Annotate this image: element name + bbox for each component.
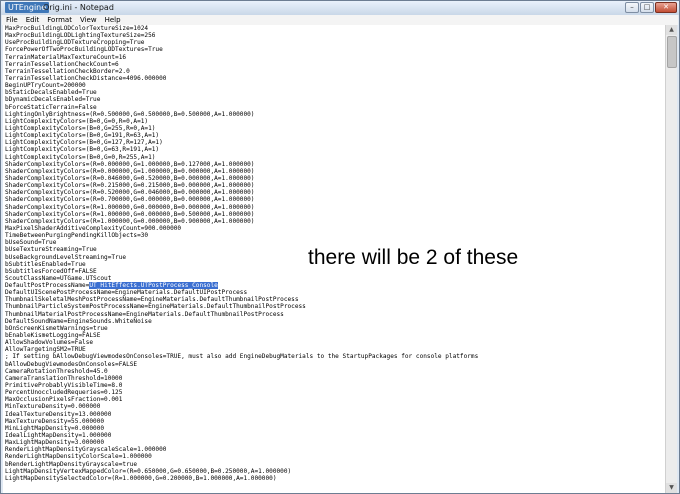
text-line: AllowTargetingSM2=TRUE xyxy=(5,346,86,354)
text-line: MaxLightMapDensity=3.000000 xyxy=(5,439,105,447)
text-line: MaxProcBuildingLODLightingTextureSize=25… xyxy=(5,32,156,40)
scroll-down-arrow-icon[interactable]: ▼ xyxy=(666,483,677,493)
text-line: ShaderComplexityColors=(R=0.000000,G=1.0… xyxy=(5,167,255,175)
text-line: MaxProcBuildingLODColorTextureSize=1024 xyxy=(5,25,149,32)
vertical-scrollbar[interactable]: ▲ ▼ xyxy=(665,25,677,493)
text-line: bOnScreenKismetWarnings=true xyxy=(5,324,108,332)
text-line: LightComplexityColors=(B=0,G=255,R=0,A=1… xyxy=(5,124,156,132)
text-line: ShaderComplexityColors=(R=0.000000,G=1.0… xyxy=(5,160,255,168)
scroll-up-arrow-icon[interactable]: ▲ xyxy=(666,25,677,35)
text-line: ShaderComplexityColors=(R=0.520000,G=0.0… xyxy=(5,189,255,197)
text-line: ShaderComplexityColors=(R=1.000000,G=0.0… xyxy=(5,217,255,225)
window-title: Orig.ini - Notepad xyxy=(43,3,114,12)
title-bar[interactable]: UTEngine Orig.ini - Notepad – □ ✕ xyxy=(1,1,679,15)
text-line: bEnableKismetLogging=FALSE xyxy=(5,332,101,340)
text-line: LightComplexityColors=(B=0,G=63,R=191,A=… xyxy=(5,146,160,154)
close-button[interactable]: ✕ xyxy=(655,2,677,13)
text-line: LightComplexityColors=(B=0,G=0,R=0,A=1) xyxy=(5,117,149,125)
text-line: LightMapDensitySelectedColor=(R=1.000000… xyxy=(5,474,277,482)
text-line: IdealLightMapDensity=1.000000 xyxy=(5,432,112,440)
menu-format[interactable]: Format xyxy=(43,15,76,25)
text-line: TerrainTessellationCheckDistance=4096.00… xyxy=(5,74,167,82)
text-line: bRenderLightMapDensityGrayscale=true xyxy=(5,460,138,468)
menu-view[interactable]: View xyxy=(76,15,101,25)
text-line: TerrainTessellationCheckBorder=2.0 xyxy=(5,67,130,75)
text-line: TerrainMaterialMaxTextureCount=16 xyxy=(5,53,127,61)
text-line: TerrainTessellationCheckCount=6 xyxy=(5,60,119,68)
text-line: LightComplexityColors=(B=0,G=127,R=127,A… xyxy=(5,139,163,147)
text-line: IdealTextureDensity=13.000000 xyxy=(5,410,112,418)
text-line: LightComplexityColors=(B=0,G=191,R=63,A=… xyxy=(5,132,160,140)
minimize-button[interactable]: – xyxy=(625,2,639,13)
text-line: ; If setting bAllowDebugViewmodesOnConso… xyxy=(5,353,479,361)
text-line: ThumbnailParticleSystemPostProcessName=E… xyxy=(5,303,306,311)
text-line: MinTextureDensity=0.000000 xyxy=(5,403,101,411)
text-line: LightComplexityColors=(B=0,G=0,R=255,A=1… xyxy=(5,153,156,161)
selected-line-prefix: DefaultPostProcessName= xyxy=(5,282,90,290)
text-line: ForcePowerOfTwoProcBuildingLODTextures=T… xyxy=(5,46,163,54)
text-line: ShaderComplexityColors=(R=0.700000,G=0.0… xyxy=(5,196,255,204)
text-line: bDynamicDecalsEnabled=True xyxy=(5,96,101,104)
text-line: ShaderComplexityColors=(R=0.046000,G=0.5… xyxy=(5,174,255,182)
text-line: ThumbnailSkeletalMeshPostProcessName=Eng… xyxy=(5,296,299,304)
text-line: TimeBetweenPurgingPendingKillObjects=30 xyxy=(5,232,149,240)
text-line: RenderLightMapDensityGrayscaleScale=1.00… xyxy=(5,446,167,454)
text-line: MaxTextureDensity=55.000000 xyxy=(5,417,105,425)
selected-text[interactable]: UT_HitEffects.UTPostProcess_Console xyxy=(89,282,218,290)
text-line: RenderLightMapDensityColorScale=1.000000 xyxy=(5,453,152,461)
text-line: PrimitiveProbablyVisibleTime=8.0 xyxy=(5,382,123,390)
text-line: ShaderComplexityColors=(R=1.000000,G=0.0… xyxy=(5,210,255,218)
text-line: bAllowDebugViewmodesOnConsoles=FALSE xyxy=(5,360,138,368)
text-line: DefaultPostProcessName=UT_HitEffects.UTP… xyxy=(3,282,667,290)
menu-file[interactable]: File xyxy=(2,15,22,25)
text-line: PercentUnoccludedRequeries=0.125 xyxy=(5,389,123,397)
text-line: MaxPixelShaderAdditiveComplexityCount=90… xyxy=(5,224,182,232)
text-line: ScoutClassName=UTGame.UTScout xyxy=(5,274,112,282)
text-line: CameraTranslationThreshold=10000 xyxy=(5,374,123,382)
text-line: bStaticDecalsEnabled=True xyxy=(5,89,97,97)
text-line: UseProcBuildingLODTextureCropping=True xyxy=(5,39,145,47)
maximize-button[interactable]: □ xyxy=(640,2,654,13)
text-line: LightMapDensityVertexMappedColor=(R=0.65… xyxy=(5,467,292,475)
menu-bar: File Edit Format View Help xyxy=(2,15,678,25)
text-line: ShaderComplexityColors=(R=0.215000,G=0.2… xyxy=(5,182,255,190)
scrollbar-thumb[interactable] xyxy=(667,36,677,68)
text-line: bForceStaticTerrain=False xyxy=(5,103,97,111)
text-line: MaxOcclusionPixelsFraction=0.001 xyxy=(5,396,123,404)
menu-edit[interactable]: Edit xyxy=(22,15,44,25)
menu-help[interactable]: Help xyxy=(101,15,125,25)
window-controls: – □ ✕ xyxy=(625,2,677,13)
text-line: DefaultUIScenePostProcessName=EngineMate… xyxy=(5,289,248,297)
text-line: ShaderComplexityColors=(R=1.000000,G=0.0… xyxy=(5,203,255,211)
text-line: AllowShadowVolumes=False xyxy=(5,339,94,347)
text-line: DefaultSoundName=EngineSounds.WhiteNoise xyxy=(5,317,152,325)
text-line: MinLightMapDensity=0.000000 xyxy=(5,424,105,432)
text-line: LightingOnlyBrightness=(R=0.500000,G=0.5… xyxy=(5,110,255,118)
text-line: CameraRotationThreshold=45.0 xyxy=(5,367,108,375)
annotation-text: there will be 2 of these xyxy=(308,246,519,269)
text-line: BeginUPTryCount=200000 xyxy=(5,82,86,90)
text-line: ThumbnailMaterialPostProcessName=EngineM… xyxy=(5,310,284,318)
